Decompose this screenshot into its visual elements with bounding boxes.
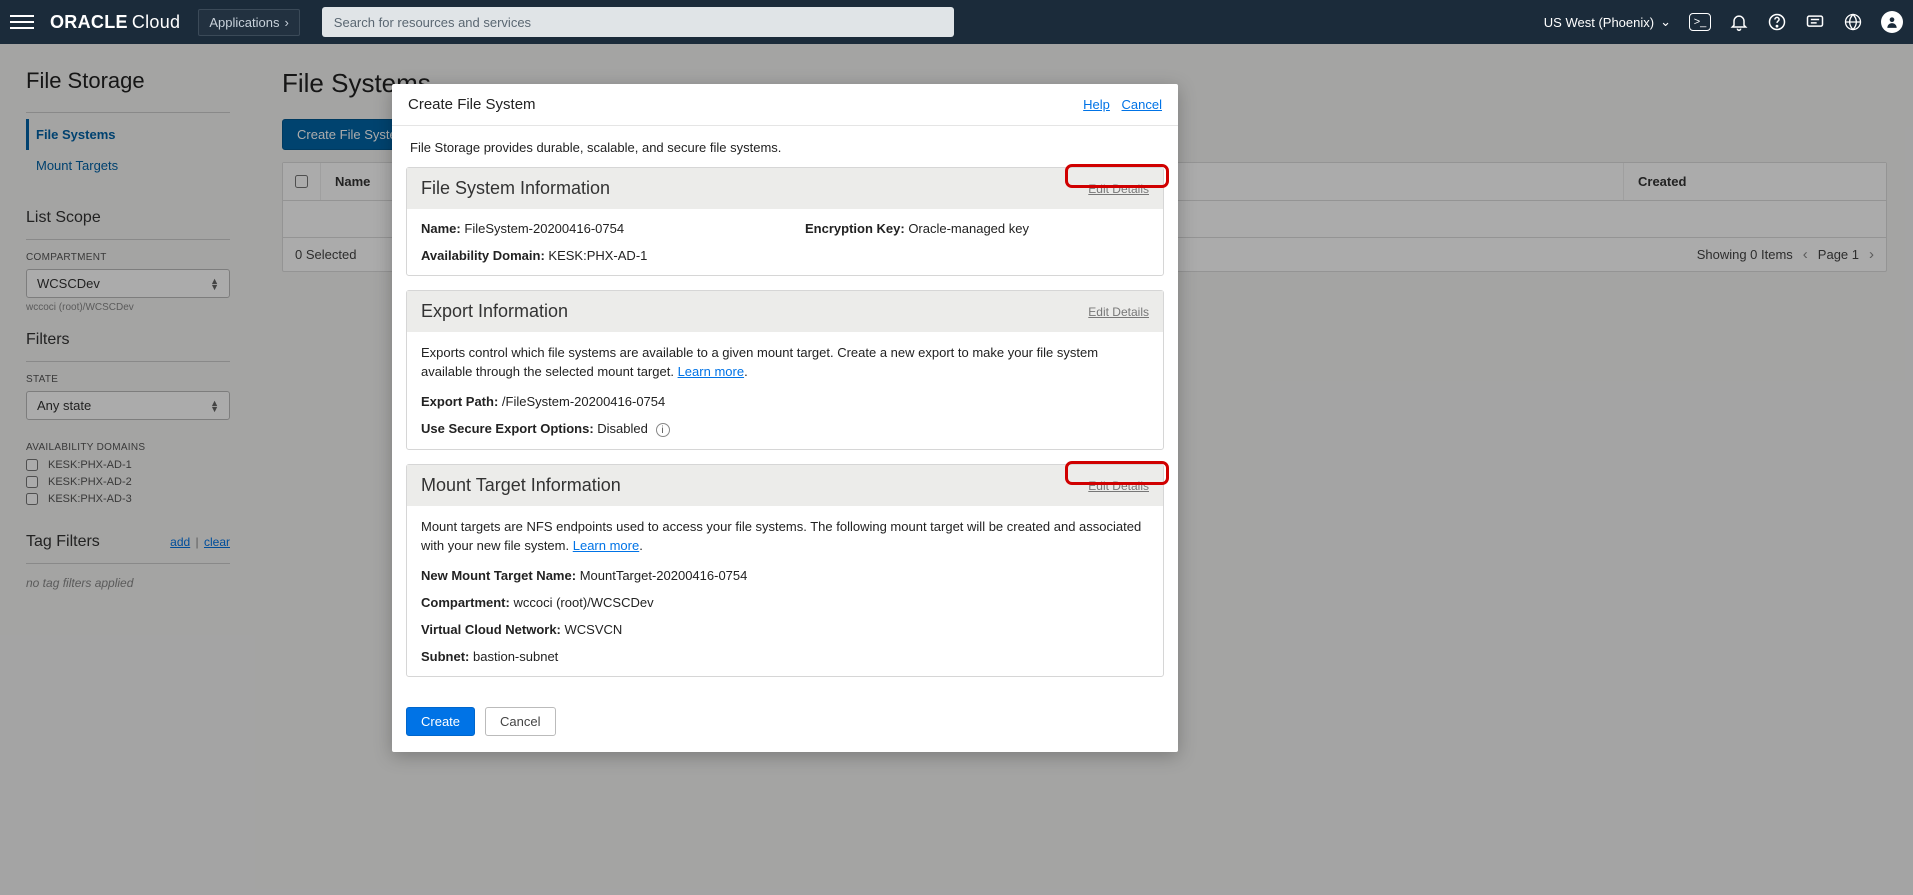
export-secure-label: Use Secure Export Options: [421,421,594,436]
mt-subnet-label: Subnet: [421,649,469,664]
mt-vcn-label: Virtual Cloud Network: [421,622,561,637]
info-icon[interactable]: i [656,423,670,437]
cloud-shell-icon[interactable]: >_ [1689,13,1711,31]
fs-name-value: FileSystem-20200416-0754 [464,221,624,236]
panel-export-head: Export Information Edit Details [407,291,1163,332]
mt-desc-text: Mount targets are NFS endpoints used to … [421,519,1141,553]
dialog-body: File Storage provides durable, scalable,… [392,126,1178,707]
dialog-cancel-link[interactable]: Cancel [1122,97,1162,112]
export-secure-value: Disabled [597,421,648,436]
panel-mt-title: Mount Target Information [421,475,621,496]
fs-ad-value: KESK:PHX-AD-1 [548,248,647,263]
export-desc-text: Exports control which file systems are a… [421,345,1098,379]
announcements-bell-icon[interactable] [1729,12,1749,32]
create-button[interactable]: Create [406,707,475,736]
mt-name-value: MountTarget-20200416-0754 [580,568,748,583]
mt-compartment-field: Compartment: wccoci (root)/WCSCDev [421,595,1149,610]
global-search-input[interactable]: Search for resources and services [322,7,954,37]
dialog-title: Create File System [408,96,536,113]
panel-fs-head: File System Information Edit Details [407,168,1163,209]
export-learn-more-link[interactable]: Learn more [678,364,744,379]
applications-menu-button[interactable]: Applications › [198,9,299,36]
hamburger-menu-icon[interactable] [10,10,34,34]
brand-light: Cloud [132,12,181,33]
chevron-right-icon: › [284,15,288,30]
region-selector[interactable]: US West (Phoenix) ⌄ [1544,14,1671,30]
export-path-field: Export Path: /FileSystem-20200416-0754 [421,394,1149,409]
applications-label: Applications [209,15,279,30]
search-placeholder: Search for resources and services [334,15,531,30]
navbar-icon-group: >_ [1689,11,1903,33]
top-navbar: ORACLE Cloud Applications › Search for r… [0,0,1913,44]
brand-bold: ORACLE [50,12,128,33]
fs-enc-value: Oracle-managed key [908,221,1029,236]
dialog-footer: Create Cancel [392,707,1178,752]
dialog-help-link[interactable]: Help [1083,97,1110,112]
mt-compartment-label: Compartment: [421,595,510,610]
chevron-down-icon: ⌄ [1660,14,1671,30]
panel-mt-body: Mount targets are NFS endpoints used to … [407,506,1163,676]
fs-enc-label: Encryption Key: [805,221,905,236]
fs-ad-field: Availability Domain: KESK:PHX-AD-1 [421,248,765,263]
mt-vcn-field: Virtual Cloud Network: WCSVCN [421,622,1149,637]
mt-compartment-value: wccoci (root)/WCSCDev [513,595,653,610]
export-path-label: Export Path: [421,394,498,409]
fs-name-label: Name: [421,221,461,236]
help-icon[interactable] [1767,12,1787,32]
fs-ad-label: Availability Domain: [421,248,545,263]
create-file-system-dialog: Create File System Help Cancel File Stor… [392,84,1178,752]
dialog-header: Create File System Help Cancel [392,84,1178,126]
panel-export-info: Export Information Edit Details Exports … [406,290,1164,450]
mt-learn-more-link[interactable]: Learn more [573,538,639,553]
brand-logo: ORACLE Cloud [50,12,180,33]
fs-enc-field: Encryption Key: Oracle-managed key [805,221,1149,236]
panel-fs-body: Name: FileSystem-20200416-0754 Availabil… [407,209,1163,275]
export-secure-field: Use Secure Export Options: Disabled i [421,421,1149,438]
fs-name-field: Name: FileSystem-20200416-0754 [421,221,765,236]
mt-subnet-value: bastion-subnet [473,649,558,664]
panel-export-edit-link[interactable]: Edit Details [1088,305,1149,319]
region-label: US West (Phoenix) [1544,15,1654,30]
panel-fs-edit-link[interactable]: Edit Details [1088,182,1149,196]
user-avatar-icon[interactable] [1881,11,1903,33]
panel-fs-title: File System Information [421,178,610,199]
chat-icon[interactable] [1805,12,1825,32]
panel-mount-target-info: Mount Target Information Edit Details Mo… [406,464,1164,677]
panel-mt-edit-link[interactable]: Edit Details [1088,479,1149,493]
dialog-intro-text: File Storage provides durable, scalable,… [406,140,1164,155]
mt-name-label: New Mount Target Name: [421,568,576,583]
mt-subnet-field: Subnet: bastion-subnet [421,649,1149,664]
panel-export-body: Exports control which file systems are a… [407,332,1163,449]
export-desc: Exports control which file systems are a… [421,344,1149,382]
panel-export-title: Export Information [421,301,568,322]
panel-mt-head: Mount Target Information Edit Details [407,465,1163,506]
mt-vcn-value: WCSVCN [565,622,623,637]
mt-name-field: New Mount Target Name: MountTarget-20200… [421,568,1149,583]
mt-desc: Mount targets are NFS endpoints used to … [421,518,1149,556]
export-path-value: /FileSystem-20200416-0754 [502,394,665,409]
panel-file-system-info: File System Information Edit Details Nam… [406,167,1164,276]
cancel-button[interactable]: Cancel [485,707,555,736]
dialog-header-links: Help Cancel [1075,97,1162,112]
language-globe-icon[interactable] [1843,12,1863,32]
